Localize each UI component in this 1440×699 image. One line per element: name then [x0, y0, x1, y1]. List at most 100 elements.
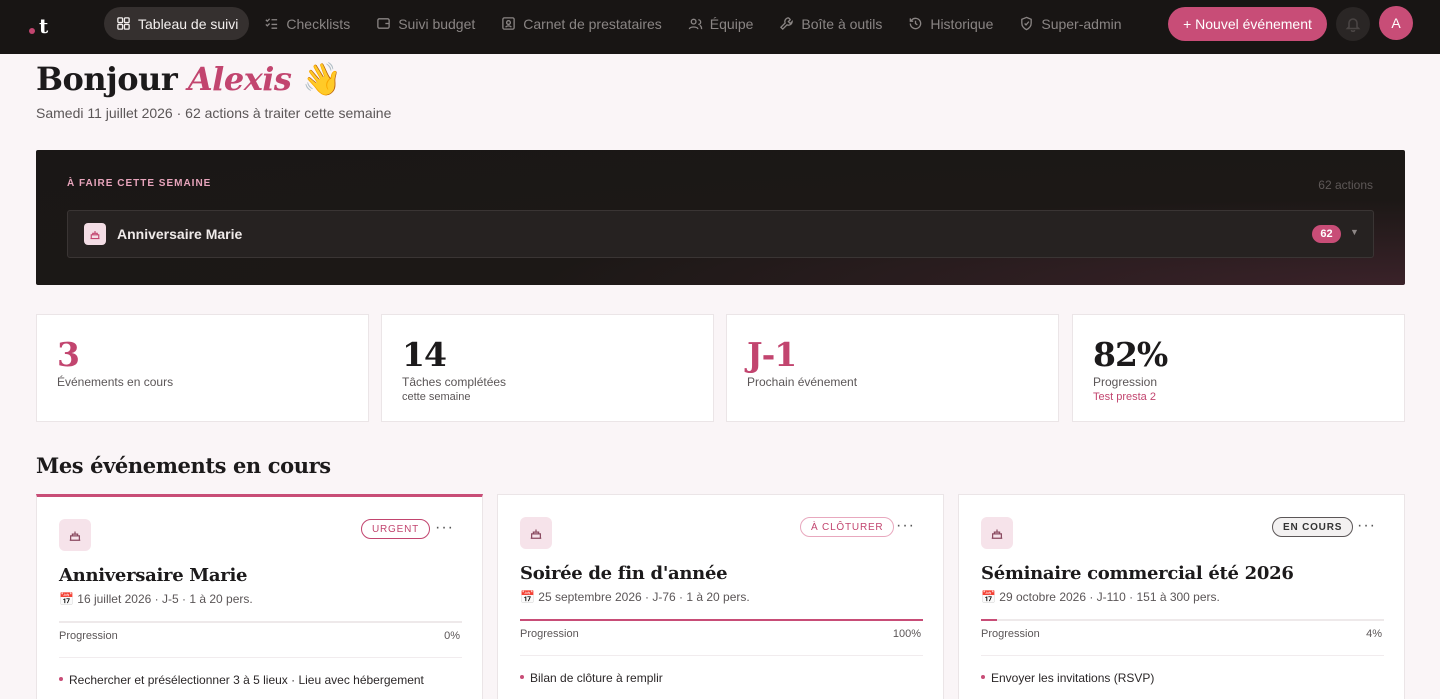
- event-meta: 📅 16 juillet 2026 · J-5 · 1 à 20 pers.: [59, 592, 253, 606]
- bell-icon: [1345, 18, 1361, 32]
- next-task-label: Rechercher et présélectionner 3 à 5 lieu…: [69, 673, 424, 687]
- more-options-icon[interactable]: ···: [1357, 517, 1376, 535]
- nav-item-label: Équipe: [709, 15, 754, 32]
- event-meta: 📅 29 octobre 2026 · J-110 · 151 à 300 pe…: [981, 590, 1220, 604]
- divider: [981, 655, 1384, 656]
- todo-event-label: Anniversaire Marie: [117, 226, 243, 242]
- kpi-card-tasks-completed: 14 Tâches complétées cette semaine: [381, 314, 714, 422]
- bullet-icon: [59, 676, 63, 681]
- progress-label: Progression: [59, 630, 118, 642]
- nav-item-checklists[interactable]: Checklists: [252, 7, 361, 40]
- next-task[interactable]: Rechercher et présélectionner 3 à 5 lieu…: [59, 673, 424, 687]
- nav-item-boite-a-outils[interactable]: Boîte à outils: [767, 7, 893, 40]
- todo-event-row[interactable]: Anniversaire Marie 62 ▼: [67, 210, 1374, 258]
- progress-label: Progression: [981, 628, 1040, 640]
- progress-bar: [59, 621, 462, 623]
- cake-icon: [59, 519, 91, 551]
- nav-item-label: Tableau de suivi: [138, 15, 239, 32]
- bullet-icon: [981, 674, 985, 679]
- progress-label: Progression: [520, 628, 579, 640]
- section-title: Mes événements en cours: [36, 453, 331, 478]
- divider: [59, 657, 462, 658]
- logo-letter: t: [39, 14, 49, 38]
- status-badge: URGENT: [361, 519, 431, 539]
- kpi-value: 14: [402, 335, 447, 374]
- nav-item-tableau-de-suivi[interactable]: Tableau de suivi: [104, 7, 250, 40]
- progress-value: 4%: [1366, 628, 1382, 640]
- event-title: Anniversaire Marie: [59, 565, 248, 586]
- progress-value: 0%: [444, 630, 460, 642]
- event-card[interactable]: URGENT ··· Anniversaire Marie 📅 16 juill…: [36, 494, 483, 699]
- event-title: Séminaire commercial été 2026: [981, 563, 1294, 584]
- next-task[interactable]: Envoyer les invitations (RSVP): [981, 671, 1154, 685]
- status-badge: À CLÔTURER: [800, 517, 895, 537]
- kpi-label: Progression: [1093, 375, 1158, 389]
- kpi-label: Tâches complétées: [402, 375, 507, 389]
- progress-bar: [520, 619, 923, 621]
- kpi-sublabel: cette semaine: [402, 391, 471, 403]
- main-nav: Tableau de suivi Checklists Suivi budget…: [104, 7, 1136, 40]
- kpi-label: Événements en cours: [57, 375, 174, 389]
- nav-item-label: Carnet de prestataires: [523, 15, 662, 32]
- more-options-icon[interactable]: ···: [435, 519, 454, 537]
- kpi-value: J-1: [747, 335, 797, 374]
- divider: [520, 655, 923, 656]
- todo-count-badge: 62: [1312, 225, 1341, 243]
- logo-dot: [29, 28, 35, 34]
- cake-icon: [84, 223, 106, 245]
- status-badge: EN COURS: [1272, 517, 1354, 537]
- next-task-label: Envoyer les invitations (RSVP): [991, 671, 1155, 685]
- top-nav-bar: t Tableau de suivi Checklists Suivi budg…: [0, 0, 1440, 54]
- todo-panel-title: À FAIRE CETTE SEMAINE: [67, 178, 212, 189]
- nav-item-label: Suivi budget: [398, 15, 476, 32]
- nav-item-suivi-budget[interactable]: Suivi budget: [364, 7, 486, 40]
- bullet-icon: [520, 674, 524, 679]
- app-logo[interactable]: t: [26, 12, 56, 42]
- nav-item-label: Super-admin: [1041, 15, 1122, 32]
- event-meta: 📅 25 septembre 2026 · J-76 · 1 à 20 pers…: [520, 590, 750, 604]
- event-card[interactable]: EN COURS ··· Séminaire commercial été 20…: [958, 494, 1405, 699]
- weekly-todo-panel: À FAIRE CETTE SEMAINE 62 actions Anniver…: [36, 150, 1405, 285]
- next-task-label: Bilan de clôture à remplir: [530, 671, 663, 685]
- progress-bar-fill: [520, 619, 923, 621]
- greeting-prefix: Bonjour: [36, 60, 178, 98]
- nav-item-historique[interactable]: Historique: [896, 7, 1004, 40]
- event-title: Soirée de fin d'année: [520, 563, 728, 584]
- nav-item-label: Historique: [930, 15, 994, 32]
- shield-icon: [1021, 16, 1033, 31]
- notifications-button[interactable]: [1336, 7, 1370, 41]
- nav-item-carnet-de-prestataires[interactable]: Carnet de prestataires: [489, 7, 673, 40]
- greeting-subline: Samedi 11 juillet 2026 · 62 actions à tr…: [36, 105, 392, 121]
- kpi-value: 82%: [1093, 335, 1168, 374]
- cake-icon: [520, 517, 552, 549]
- next-task[interactable]: Bilan de clôture à remplir: [520, 671, 663, 685]
- contact-card-icon: [502, 17, 516, 30]
- history-icon: [910, 17, 922, 30]
- kpi-sublabel[interactable]: Test presta 2: [1093, 391, 1156, 403]
- grid-icon: [117, 17, 130, 30]
- greeting-heading: Bonjour Alexis 👋: [36, 60, 342, 98]
- wave-emoji-icon: 👋: [302, 60, 342, 98]
- cake-icon: [981, 517, 1013, 549]
- nav-item-label: Boîte à outils: [801, 15, 883, 32]
- more-options-icon[interactable]: ···: [896, 517, 915, 535]
- kpi-label: Prochain événement: [747, 375, 858, 389]
- kpi-card-next-event: J-1 Prochain événement: [726, 314, 1059, 422]
- user-avatar[interactable]: A: [1379, 6, 1413, 40]
- kpi-card-events-running: 3 Événements en cours: [36, 314, 369, 422]
- new-event-button[interactable]: + Nouvel événement: [1168, 7, 1327, 41]
- kpi-card-progression: 82% Progression Test presta 2: [1072, 314, 1405, 422]
- checklist-icon: [265, 18, 278, 29]
- wallet-icon: [377, 18, 390, 29]
- event-card[interactable]: À CLÔTURER ··· Soirée de fin d'année 📅 2…: [497, 494, 944, 699]
- nav-item-super-admin[interactable]: Super-admin: [1007, 7, 1132, 40]
- nav-item-label: Checklists: [286, 15, 351, 32]
- progress-bar: [981, 619, 1384, 621]
- todo-panel-count: 62 actions: [1318, 178, 1373, 192]
- kpi-value: 3: [57, 335, 80, 374]
- nav-item-equipe[interactable]: Équipe: [676, 7, 765, 40]
- wrench-icon: [780, 17, 794, 31]
- progress-bar-fill: [981, 619, 998, 621]
- progress-value: 100%: [892, 628, 921, 640]
- chevron-down-icon[interactable]: ▼: [1350, 227, 1359, 237]
